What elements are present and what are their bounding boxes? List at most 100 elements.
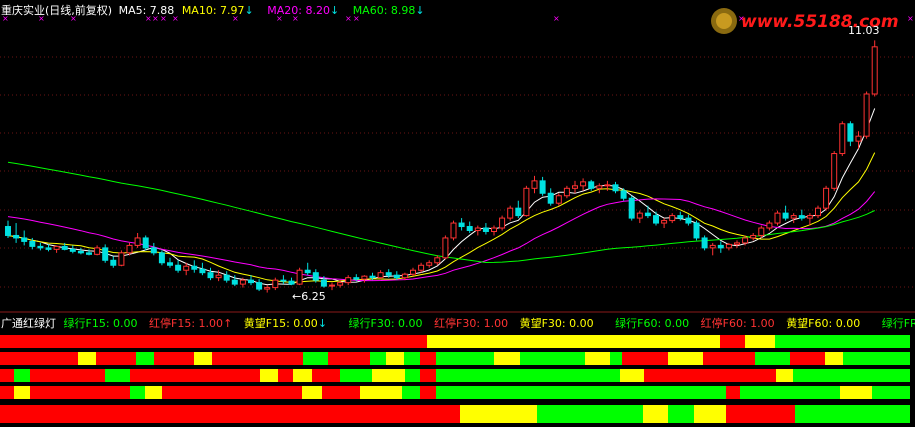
signal-segment-yellow — [494, 352, 520, 365]
candle-up — [134, 237, 141, 246]
indicator-red-f30: 红停F30: 1.00 — [434, 317, 509, 330]
candle-down — [539, 180, 546, 194]
candle-up — [450, 222, 457, 239]
candle-up — [401, 273, 408, 279]
candle-up — [239, 279, 246, 285]
signal-segment-green — [105, 369, 130, 382]
candle-down — [86, 252, 92, 255]
candle-down — [458, 222, 465, 228]
down-arrow-icon: ↓ — [317, 317, 328, 330]
candle-down — [150, 247, 157, 254]
candle-up — [507, 207, 514, 219]
signal-segment-green — [668, 405, 694, 423]
signal-segment-green — [793, 369, 910, 382]
candle-down — [693, 222, 700, 239]
signal-segment-red — [720, 335, 745, 348]
candle-up — [555, 195, 562, 204]
candle-down — [547, 192, 554, 204]
signal-segment-red — [328, 352, 370, 365]
signal-segment-yellow — [260, 369, 278, 382]
candle-down — [653, 215, 659, 224]
signal-segment-red — [644, 369, 776, 382]
signal-segment-green — [436, 369, 620, 382]
signal-segment-yellow — [643, 405, 668, 423]
signal-segment-red — [130, 369, 260, 382]
candle-down — [175, 264, 182, 271]
candle-down — [782, 212, 789, 219]
candle-down — [628, 197, 635, 219]
signal-segment-green — [795, 405, 910, 423]
candle-up — [183, 265, 190, 271]
candle-up — [434, 257, 441, 264]
signal-segment-red — [622, 352, 668, 365]
candle-up — [377, 272, 384, 279]
candle-up — [823, 187, 830, 209]
signal-segment-green — [130, 386, 145, 399]
candle-down — [320, 279, 327, 287]
candle-up — [523, 187, 530, 217]
candle-down — [110, 259, 117, 266]
signal-segment-yellow — [427, 335, 720, 348]
candle-up — [871, 46, 878, 95]
candle-up — [94, 247, 101, 255]
indicator-green-fr: 绿行FR: 0 — [881, 317, 915, 330]
chart-header: 重庆实业(日线,前复权) MA5: 7.88 MA10: 7.97↓ MA20:… — [1, 4, 425, 17]
grid-lines — [0, 56, 915, 313]
ma10-label: MA10: 7.97 — [181, 4, 245, 17]
indicator-title: 广通红绿灯 — [1, 317, 56, 330]
candle-up — [531, 180, 538, 189]
candle-up — [410, 269, 416, 275]
indicator-header: 广通红绿灯 绿行F15: 0.00 红停F15: 1.00↑ 黄望F15: 0.… — [1, 317, 915, 330]
candle-up — [806, 215, 813, 219]
low-price-annotation: ←6.25 — [292, 290, 326, 303]
candle-up — [604, 184, 611, 187]
indicator-yellow-f30: 黄望F30: 0.00 — [519, 317, 594, 330]
signal-segment-green — [404, 352, 420, 365]
chart-title: 重庆实业(日线,前复权) — [1, 4, 113, 17]
signal-segment-green — [436, 386, 726, 399]
candle-down — [102, 247, 109, 261]
candle-up — [272, 279, 279, 289]
signal-segment-green — [520, 352, 585, 365]
signal-segment-red — [322, 386, 360, 399]
signal-segment-yellow — [372, 369, 405, 382]
indicator-green-f15: 绿行F15: 0.00 — [63, 317, 138, 330]
signal-segment-yellow — [145, 386, 162, 399]
candle-down — [312, 272, 319, 281]
signal-segment-yellow — [694, 405, 726, 423]
indicator-yellow-f60: 黄望F60: 0.00 — [786, 317, 861, 330]
signal-segment-red — [0, 369, 14, 382]
candle-down — [685, 217, 692, 224]
candle-up — [661, 220, 668, 224]
indicator-yellow-f15: 黄望F15: 0.00 — [243, 317, 318, 330]
candle-down — [21, 237, 28, 242]
ma-lines — [7, 108, 876, 286]
up-arrow-icon: ↑ — [223, 317, 233, 330]
candle-up — [863, 93, 870, 137]
signal-segment-red — [420, 369, 436, 382]
candle-down — [248, 279, 254, 284]
price-chart: × × × × × × × × × × × × × × × — [0, 14, 915, 423]
signal-segment-yellow — [78, 352, 96, 365]
candle-up — [855, 135, 862, 142]
arrow-left-icon: ← — [292, 290, 302, 303]
candle-up — [563, 187, 570, 197]
signal-segment-red — [790, 352, 825, 365]
signal-segment-red — [154, 352, 194, 365]
signal-segment-red — [212, 352, 303, 365]
signal-segment-red — [0, 386, 14, 399]
candle-down — [5, 226, 11, 236]
low-price-label: 6.25 — [301, 290, 326, 303]
candle-up — [118, 252, 125, 266]
signal-segment-red — [312, 369, 340, 382]
down-arrow-icon: ↓ — [415, 4, 425, 17]
ma60-label: MA60: 8.98 — [352, 4, 416, 17]
candle-up — [709, 244, 716, 249]
signal-segment-yellow — [776, 369, 793, 382]
candle-down — [515, 207, 522, 217]
candle-down — [288, 280, 295, 285]
candle-down — [231, 279, 238, 285]
candle-up — [596, 185, 603, 189]
candle-down — [256, 282, 263, 290]
signal-segment-red — [420, 386, 436, 399]
